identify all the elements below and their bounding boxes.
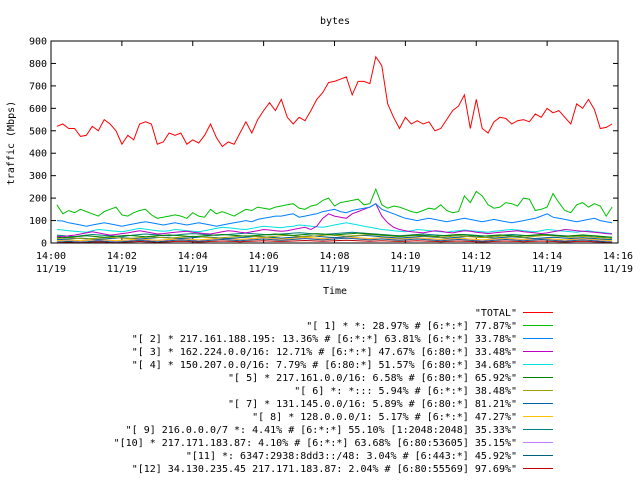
legend-label: "[ 8] * 128.0.0.0/1: 5.17% # [6:*:*] 47.… [252,412,517,423]
y-axis-label: traffic (Mbps) [6,101,17,185]
legend-label: "[ 9] 216.0.0.0/7 *: 4.41% # [6:*:*] 55.… [126,425,517,436]
x-tick-label-date: 11/19 [390,264,420,275]
y-tick-label: 0 [41,239,47,250]
chart-title: bytes [320,16,350,27]
chart: bytes traffic (Mbps) Time 0 100 200 300 400 5… [6,16,633,475]
x-tick-label-time: 14:00 [36,251,66,262]
x-tick-label-date: 11/19 [36,264,66,275]
y-tick-label: 300 [29,171,47,182]
series-line [56,55,613,148]
legend-label: "[10] * 217.171.183.87: 4.10% # [6:*:*] … [114,438,517,449]
y-tick-label: 400 [29,149,47,160]
x-tick-label-date: 11/19 [107,264,137,275]
y-tick-label: 500 [29,126,47,137]
x-tick-label-date: 11/19 [319,264,349,275]
x-tick-label-time: 14:02 [107,251,137,262]
x-tick-label-time: 14:14 [532,251,562,262]
y-tick-label: 700 [29,81,47,92]
legend-label: "[ 5] * 217.161.0.0/16: 6.58% # [6:80:*]… [228,373,517,384]
legend-label: "[ 6] *: *::: 5.94% # [6:*:*] 38.48%" [294,386,517,397]
y-tick-label: 200 [29,194,47,205]
y-tick-label: 800 [29,59,47,70]
plot-frame [50,40,619,244]
x-tick-label-date: 11/19 [249,264,279,275]
legend-label: "[ 1] * *: 28.97% # [6:*:*] 77.87%" [306,321,517,332]
x-tick-label-time: 14:04 [178,251,208,262]
x-tick-label-date: 11/19 [461,264,491,275]
x-tick-label-time: 14:08 [319,251,349,262]
x-tick-label-time: 14:10 [390,251,420,262]
x-tick-label-date: 11/19 [603,264,633,275]
legend: "TOTAL" "[ 1] * *: 28.97% # [6:*:*] 77.87… [114,308,553,475]
x-tick-label-date: 11/19 [178,264,208,275]
y-tick-label: 600 [29,104,47,115]
series-lines [56,55,613,243]
x-axis-label: Time [323,286,347,297]
legend-label: "[11] *: 6347:2938:8dd3::/48: 3.04% # [6… [186,451,517,462]
legend-label: "[ 4] * 150.207.0.0/16: 7.79% # [6:80:*]… [132,360,517,371]
legend-label: "TOTAL" [475,308,517,319]
series-line [56,202,613,238]
legend-label: "[ 3] * 162.224.0.0/16: 12.71% # [6:*:*]… [132,347,517,358]
x-tick-label-date: 11/19 [532,264,562,275]
legend-label: "[ 2] * 217.161.188.195: 13.36% # [6:*:*… [132,334,517,345]
x-tick-label-time: 14:12 [461,251,491,262]
y-tick-label: 100 [29,216,47,227]
series-line [56,203,613,227]
series-line [56,187,613,219]
legend-label: "[12] 34.130.235.45 217.171.183.87: 2.04… [132,464,517,475]
y-tick-label: 900 [29,37,47,48]
x-tick-label-time: 14:16 [603,251,633,262]
x-tick-label-time: 14:06 [249,251,279,262]
legend-label: "[ 7] * 131.145.0.0/16: 5.89% # [6:80:*]… [228,399,517,410]
